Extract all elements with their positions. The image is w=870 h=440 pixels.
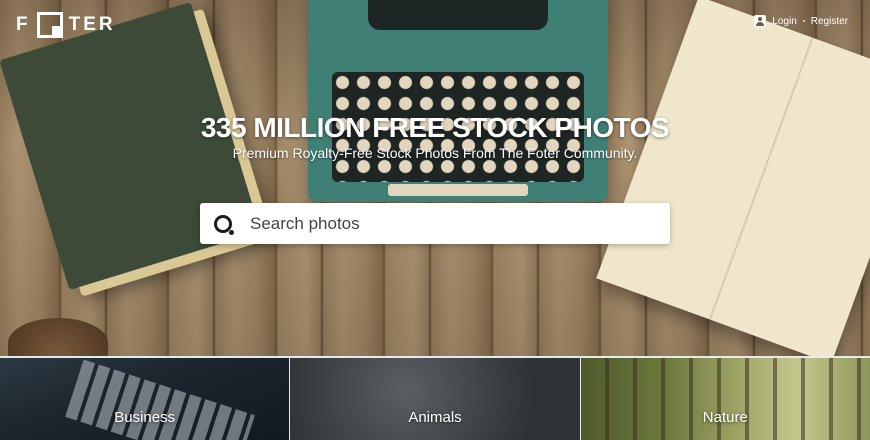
page: F T E R Login Register 335 MILLION FREE … — [0, 0, 870, 440]
login-link[interactable]: Login — [772, 16, 796, 27]
typewriter-spacebar — [388, 184, 528, 196]
register-link[interactable]: Register — [811, 16, 848, 27]
user-icon — [754, 15, 767, 27]
search-bar[interactable] — [200, 203, 670, 244]
separator-dot — [802, 20, 805, 22]
search-input[interactable] — [248, 212, 652, 235]
category-label: Animals — [408, 409, 462, 426]
foter-logo[interactable]: F T E R — [16, 12, 116, 38]
logo-letter-t: T — [68, 14, 84, 35]
hero-headline: 335 MILLION FREE STOCK PHOTOS — [200, 112, 670, 143]
hero-background — [0, 0, 870, 356]
auth-links: Login Register — [754, 15, 848, 27]
search-icon[interactable] — [214, 214, 234, 235]
hero-notebook-image — [596, 0, 870, 356]
hero-typewriter-image — [308, 0, 608, 202]
category-tile-nature[interactable]: Nature — [579, 358, 870, 440]
logo-letter-e: E — [83, 14, 99, 35]
logo-letter-f: F — [16, 14, 31, 35]
category-label: Business — [114, 409, 176, 426]
logo-o-mark-icon — [36, 12, 63, 38]
logo-letter-r: R — [98, 14, 116, 35]
category-label: Nature — [702, 409, 748, 426]
category-tile-business[interactable]: Business — [0, 358, 290, 440]
hero-subtitle: Premium Royalty-Free Stock Photos From T… — [232, 145, 638, 161]
category-tile-animals[interactable]: Animals — [289, 358, 580, 440]
typewriter-roller — [368, 0, 548, 30]
hero-pinecone-image — [8, 318, 108, 356]
category-strip: Business Animals Nature — [0, 356, 870, 440]
